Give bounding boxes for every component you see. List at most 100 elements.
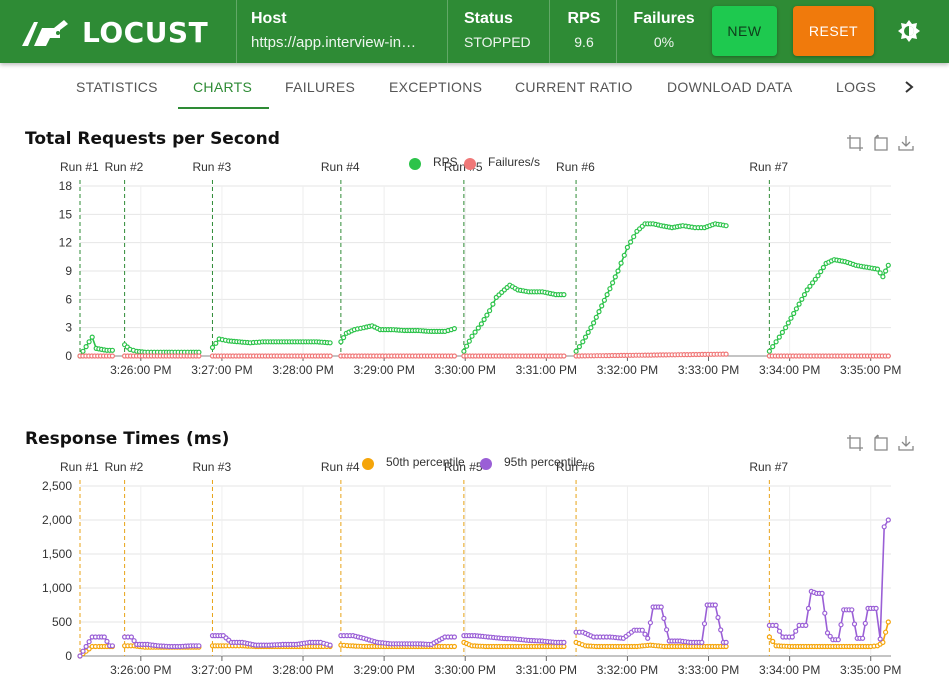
data-point [484,312,490,318]
x-tick-label: 3:32:00 PM [597,363,658,377]
divider [236,0,237,63]
data-point [773,622,779,628]
data-point [699,639,705,645]
data-point [873,605,879,611]
chevron-right-icon[interactable] [903,80,915,94]
data-point [815,273,821,279]
reset-button[interactable]: RESET [793,6,874,56]
data-point [83,643,89,650]
data-point [838,622,844,628]
data-point [882,268,889,274]
data-point [723,639,729,645]
run-marker-label: Run #7 [749,160,788,174]
data-point [880,274,886,280]
rps-stat: RPS 9.6 [566,10,602,50]
new-button[interactable]: NEW [712,6,777,56]
data-point [658,604,664,610]
data-point [718,627,724,633]
data-point [561,353,567,359]
data-point [779,329,786,335]
logo[interactable]: LOCUST [20,16,208,49]
host-value: https://app.interview-in… [251,34,417,51]
data-point [327,340,333,346]
data-point [773,339,779,345]
x-tick-label: 3:34:00 PM [759,363,820,377]
x-tick-label: 3:33:00 PM [678,363,739,377]
data-point [851,621,858,627]
data-point [835,637,841,643]
x-tick-label: 3:33:00 PM [678,663,739,677]
x-tick-label: 3:29:00 PM [353,363,414,377]
tab-statistics[interactable]: STATISTICS [76,79,158,95]
x-tick-label: 3:30:00 PM [435,363,496,377]
data-point [799,296,805,302]
run-marker-label: Run #4 [321,160,360,174]
data-point [341,335,347,341]
data-point [822,610,828,616]
data-point [466,338,472,344]
legend-marker [464,158,476,170]
tab-download-data[interactable]: DOWNLOAD DATA [667,79,793,95]
data-point [663,627,670,633]
failures-stat: Failures 0% [633,10,695,50]
data-point [481,316,487,323]
data-point [80,348,86,354]
data-point [478,321,484,327]
data-point [801,292,808,298]
tab-logs[interactable]: LOGS [836,79,876,95]
failures-value: 0% [653,34,675,50]
tab-current-ratio[interactable]: CURRENT RATIO [515,79,633,95]
active-tab-indicator [178,107,269,109]
theme-toggle-icon[interactable] [896,18,922,44]
legend-marker [480,458,492,470]
tab-exceptions[interactable]: EXCEPTIONS [389,79,482,95]
data-point [645,635,651,641]
x-tick-label: 3:32:00 PM [597,663,658,677]
x-tick-label: 3:26:00 PM [110,363,171,377]
data-point [785,320,791,326]
data-point [788,315,794,321]
data-point [196,643,202,649]
legend-label: RPS [433,155,458,169]
y-tick-label: 6 [65,292,72,306]
data-point [624,244,631,251]
data-point [327,353,333,359]
data-point [627,239,634,245]
x-tick-label: 3:31:00 PM [516,663,577,677]
x-tick-label: 3:34:00 PM [759,663,820,677]
data-point [701,621,708,627]
app-name: LOCUST [82,16,209,49]
run-marker-label: Run #1 [60,460,99,474]
data-point [461,348,467,354]
data-point [877,270,883,276]
data-point [469,333,475,339]
data-point [209,344,216,351]
x-tick-label: 3:28:00 PM [272,663,333,677]
y-tick-label: 1,500 [42,547,72,561]
data-point [803,622,809,628]
data-point [793,306,800,312]
x-tick-label: 3:26:00 PM [110,663,171,677]
run-marker-label: Run #3 [192,160,231,174]
data-point [849,607,855,613]
y-tick-label: 9 [65,264,72,278]
data-point [723,643,729,650]
data-point [561,639,567,645]
run-marker-label: Run #4 [321,460,360,474]
data-point [776,334,782,340]
data-point [885,262,891,268]
data-point [805,605,812,611]
tab-failures[interactable]: FAILURES [285,79,355,95]
data-point [77,653,83,659]
data-point [766,348,773,354]
x-tick-label: 3:27:00 PM [191,663,252,677]
data-point [885,619,891,625]
response-times-chart-title: Response Times (ms) [25,429,230,449]
y-tick-label: 2,500 [42,479,72,493]
x-tick-label: 3:30:00 PM [435,663,496,677]
data-point [820,264,827,271]
data-point [661,615,667,621]
legend-label: 95th percentile [504,455,583,469]
data-point [80,648,86,654]
tab-charts[interactable]: CHARTS [193,79,252,95]
